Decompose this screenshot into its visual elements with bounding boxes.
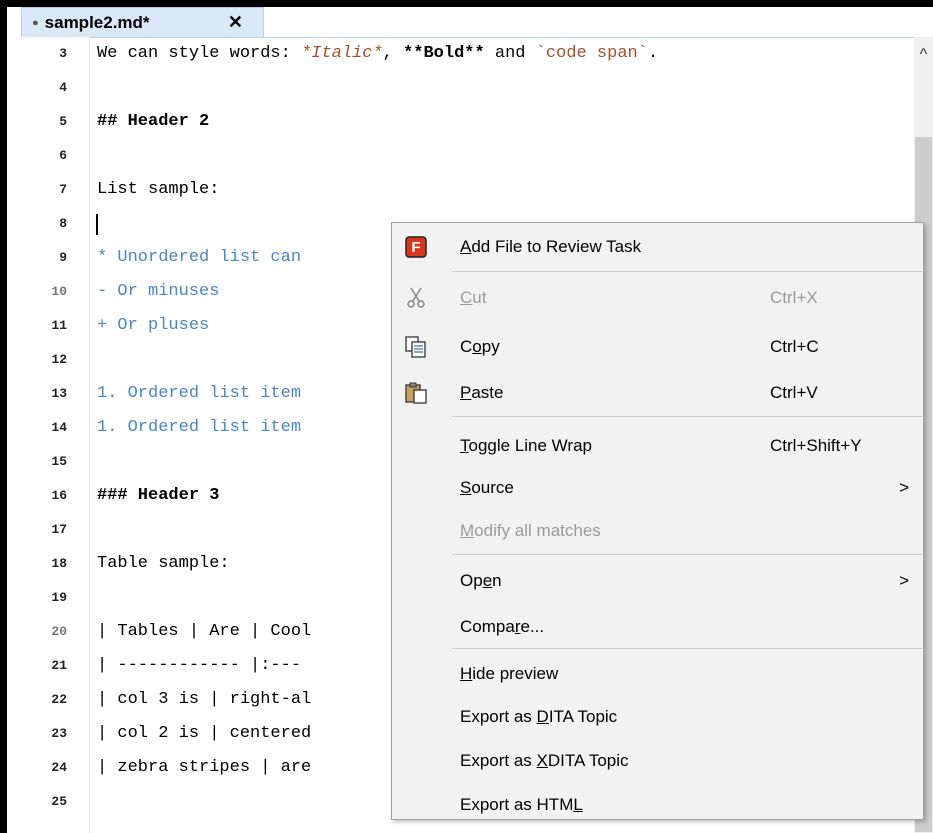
menu-item-paste[interactable]: Paste Ctrl+V <box>392 373 923 413</box>
code-line-24: | zebra stripes | are <box>97 758 312 777</box>
code-text: We can style words: <box>97 44 302 63</box>
tab-bar: ● sample2.md* ✕ <box>7 7 933 38</box>
menu-item-export-xdita-topic[interactable]: Export as XDITA Topic <box>392 741 923 781</box>
context-menu: F Add File to Review Task Cut Ctrl+X Cop… <box>391 222 924 820</box>
paste-icon <box>405 382 427 404</box>
menu-item-label: Compare... <box>460 617 545 636</box>
menu-separator <box>452 271 922 272</box>
code-line-14: 1. Ordered list item <box>97 418 302 437</box>
review-icon-letter: F <box>411 239 420 256</box>
code-text: , <box>382 44 404 63</box>
menu-item-label: Export as DITA Topic <box>460 707 618 726</box>
text-caret <box>96 214 98 235</box>
gutter-divider <box>89 37 90 833</box>
menu-item-add-file-to-review-task[interactable]: F Add File to Review Task <box>392 227 923 267</box>
code-line-11: + Or pluses <box>97 316 210 335</box>
menu-item-copy[interactable]: Copy Ctrl+C <box>392 327 923 367</box>
code-line-23: | col 2 is | centered <box>97 724 312 743</box>
menu-item-label: Add File to Review Task <box>460 237 642 256</box>
line-number: 5 <box>59 114 67 129</box>
menu-item-label: Export as XDITA Topic <box>460 751 629 770</box>
close-icon[interactable]: ✕ <box>228 12 243 33</box>
line-number: 22 <box>51 692 67 707</box>
line-number: 8 <box>59 216 67 231</box>
scissors-icon <box>407 287 425 308</box>
shortcut-label: Ctrl+Shift+Y <box>770 436 862 455</box>
submenu-arrow-icon: > <box>899 571 909 590</box>
line-number: 21 <box>51 658 67 673</box>
line-number: 4 <box>59 80 67 95</box>
code-text: . <box>647 44 659 63</box>
menu-item-label: Open <box>460 571 502 590</box>
markdown-code-span: `code span` <box>535 44 648 63</box>
editor-window: ● sample2.md* ✕ 3 4 5 6 7 8 9 10 11 12 1… <box>7 7 933 833</box>
code-line-18: Table sample: <box>97 554 230 573</box>
markdown-italic: *Italic* <box>301 44 383 63</box>
line-number: 19 <box>51 590 67 605</box>
menu-item-export-dita-topic[interactable]: Export as DITA Topic <box>392 697 923 737</box>
line-number: 3 <box>59 46 67 61</box>
menu-item-export-html[interactable]: Export as HTML <box>392 785 923 825</box>
code-text: and <box>484 44 536 63</box>
code-line-10: - Or minuses <box>97 282 220 301</box>
line-number: 7 <box>59 182 67 197</box>
menu-item-label: Toggle Line Wrap <box>460 436 592 455</box>
review-task-icon: F <box>405 236 427 258</box>
code-line-9: * Unordered list can <box>97 248 302 267</box>
code-line-16: ### Header 3 <box>97 486 220 505</box>
menu-item-label: Export as HTML <box>460 795 583 814</box>
line-number: 24 <box>51 760 67 775</box>
line-number: 6 <box>59 148 67 163</box>
line-number: 17 <box>51 522 67 537</box>
code-line-7: List sample: <box>97 180 220 199</box>
scroll-up-icon[interactable]: ^ <box>914 45 933 65</box>
tab-sample2-md[interactable]: ● sample2.md* ✕ <box>21 7 264 37</box>
menu-separator <box>452 648 922 649</box>
line-number: 16 <box>51 488 67 503</box>
line-number: 14 <box>51 420 67 435</box>
menu-item-cut[interactable]: Cut Ctrl+X <box>392 278 923 318</box>
line-number: 11 <box>51 318 67 333</box>
markdown-bold: **Bold** <box>403 44 485 63</box>
code-line-13: 1. Ordered list item <box>97 384 302 403</box>
line-number: 13 <box>51 386 67 401</box>
line-number: 18 <box>51 556 67 571</box>
menu-item-label: Hide preview <box>460 664 559 683</box>
menu-item-open[interactable]: Open > <box>392 561 923 601</box>
code-line-22: | col 3 is | right-al <box>97 690 312 709</box>
line-number: 9 <box>59 250 67 265</box>
menu-item-label: Copy <box>460 337 500 356</box>
menu-item-label: Modify all matches <box>460 521 601 540</box>
code-line-3: We can style words: *Italic*, **Bold** a… <box>97 37 658 71</box>
tab-title[interactable]: sample2.md* <box>45 13 150 33</box>
menu-item-modify-all-matches[interactable]: Modify all matches <box>392 511 923 551</box>
menu-item-source[interactable]: Source > <box>392 468 923 508</box>
menu-item-compare[interactable]: Compare... <box>392 607 923 647</box>
copy-icon <box>405 336 426 358</box>
line-number: 12 <box>51 352 67 367</box>
line-number: 10 <box>51 284 67 299</box>
menu-item-label: Paste <box>460 383 504 402</box>
menu-item-hide-preview[interactable]: Hide preview <box>392 654 923 694</box>
menu-separator <box>452 554 922 555</box>
menu-item-toggle-line-wrap[interactable]: Toggle Line Wrap Ctrl+Shift+Y <box>392 426 923 466</box>
code-line-20: | Tables | Are | Cool <box>97 622 312 641</box>
line-number-gutter: 3 4 5 6 7 8 9 10 11 12 13 14 15 16 17 18… <box>7 37 89 833</box>
line-number: 15 <box>51 454 67 469</box>
code-line-5: ## Header 2 <box>97 112 210 131</box>
menu-item-label: Cut <box>460 288 487 307</box>
code-line-21: | ------------ |:--- <box>97 656 302 675</box>
shortcut-label: Ctrl+C <box>770 337 819 356</box>
line-number: 23 <box>51 726 67 741</box>
shortcut-label: Ctrl+X <box>770 288 818 307</box>
line-number: 20 <box>51 624 67 639</box>
modified-dot-icon: ● <box>32 16 39 29</box>
menu-separator <box>452 416 922 417</box>
line-number: 25 <box>51 794 67 809</box>
submenu-arrow-icon: > <box>899 478 909 497</box>
shortcut-label: Ctrl+V <box>770 383 818 402</box>
menu-item-label: Source <box>460 478 514 497</box>
